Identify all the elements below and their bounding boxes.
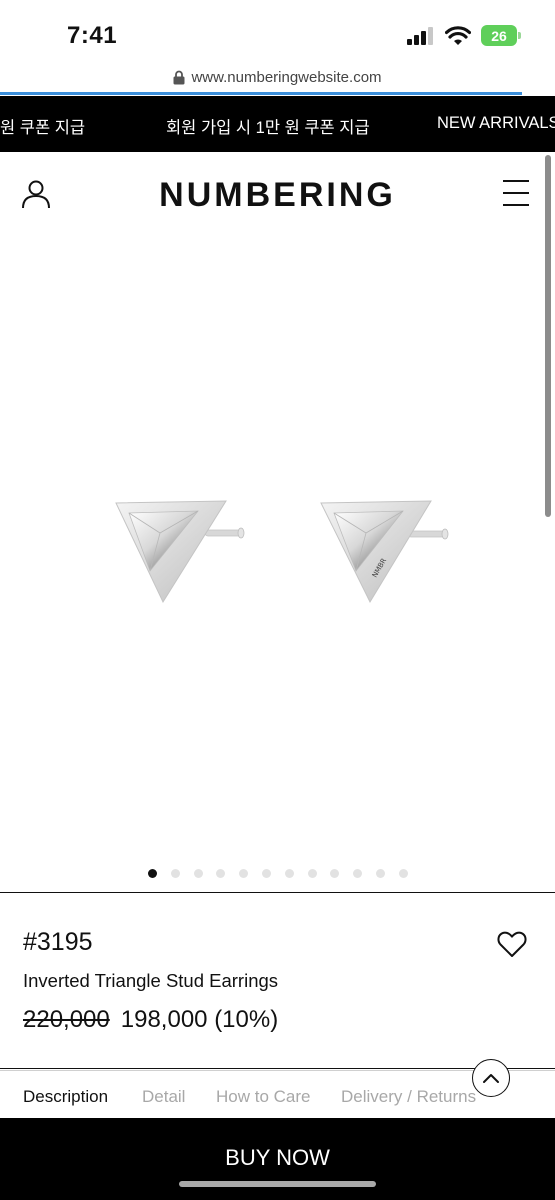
product-sku: #3195: [23, 928, 93, 956]
gallery-dot[interactable]: [307, 869, 317, 878]
wifi-icon: [445, 26, 471, 45]
gallery-dot[interactable]: [216, 869, 226, 878]
hamburger-menu-icon[interactable]: [500, 178, 532, 210]
announcement-banner[interactable]: 원 쿠폰 지급 회원 가입 시 1만 원 쿠폰 지급 NEW ARRIVALS: [0, 96, 555, 152]
status-icons: 26: [407, 25, 521, 46]
address-bar[interactable]: www.numberingwebsite.com: [0, 62, 555, 92]
gallery-dot[interactable]: [398, 869, 408, 878]
sale-price: 198,000 (10%): [120, 1006, 279, 1033]
heart-icon[interactable]: [496, 928, 528, 960]
banner-item[interactable]: 원 쿠폰 지급: [0, 114, 85, 138]
tab-description[interactable]: Description: [23, 1087, 108, 1107]
buy-now-label: BUY NOW: [225, 1145, 330, 1170]
price-row: 220,000 198,000 (10%): [23, 1006, 278, 1034]
tab-how-to-care[interactable]: How to Care: [216, 1087, 310, 1107]
tab-detail[interactable]: Detail: [142, 1087, 185, 1107]
home-indicator[interactable]: [179, 1181, 376, 1187]
gallery-pagination: [0, 869, 555, 879]
gallery-dot[interactable]: [148, 869, 157, 878]
gallery-dot[interactable]: [193, 869, 203, 878]
original-price: 220,000: [23, 1006, 110, 1033]
status-bar: 7:41 26: [0, 0, 555, 62]
earrings-illustration: NMBR: [115, 500, 449, 604]
battery-level: 26: [491, 27, 507, 44]
left-earring: [115, 500, 245, 604]
section-divider: [0, 1068, 555, 1069]
banner-item[interactable]: NEW ARRIVALS: [437, 114, 555, 133]
page: 7:41 26 www.numberingwebsite.com 원 쿠폰 지급…: [0, 0, 555, 1200]
scroll-top-button[interactable]: [472, 1059, 510, 1097]
cellular-signal-icon: [407, 26, 433, 45]
gallery-dot[interactable]: [330, 869, 340, 878]
banner-item[interactable]: 회원 가입 시 1만 원 쿠폰 지급: [166, 114, 370, 138]
gallery-dot[interactable]: [376, 869, 385, 878]
product-name: Inverted Triangle Stud Earrings: [23, 970, 279, 991]
gallery-dot[interactable]: [284, 869, 294, 878]
chevron-up-icon: [483, 1074, 499, 1083]
tab-delivery-returns[interactable]: Delivery / Returns: [341, 1087, 476, 1107]
site-header: NUMBERING: [0, 152, 555, 238]
product-image[interactable]: NMBR: [0, 238, 555, 858]
url-text: www.numberingwebsite.com: [191, 68, 382, 86]
site-logo[interactable]: NUMBERING: [0, 176, 555, 215]
buy-now-button[interactable]: BUY NOW: [0, 1118, 555, 1200]
gallery-dot[interactable]: [239, 869, 249, 878]
gallery-dot[interactable]: [353, 869, 363, 878]
section-divider: [0, 892, 555, 893]
battery-icon: 26: [481, 25, 521, 46]
page-load-progress: [0, 92, 522, 95]
gallery-dot[interactable]: [170, 869, 180, 878]
lock-icon: [173, 70, 185, 84]
gallery-dot[interactable]: [262, 869, 271, 878]
status-time: 7:41: [67, 22, 118, 49]
right-earring: NMBR: [320, 500, 449, 604]
